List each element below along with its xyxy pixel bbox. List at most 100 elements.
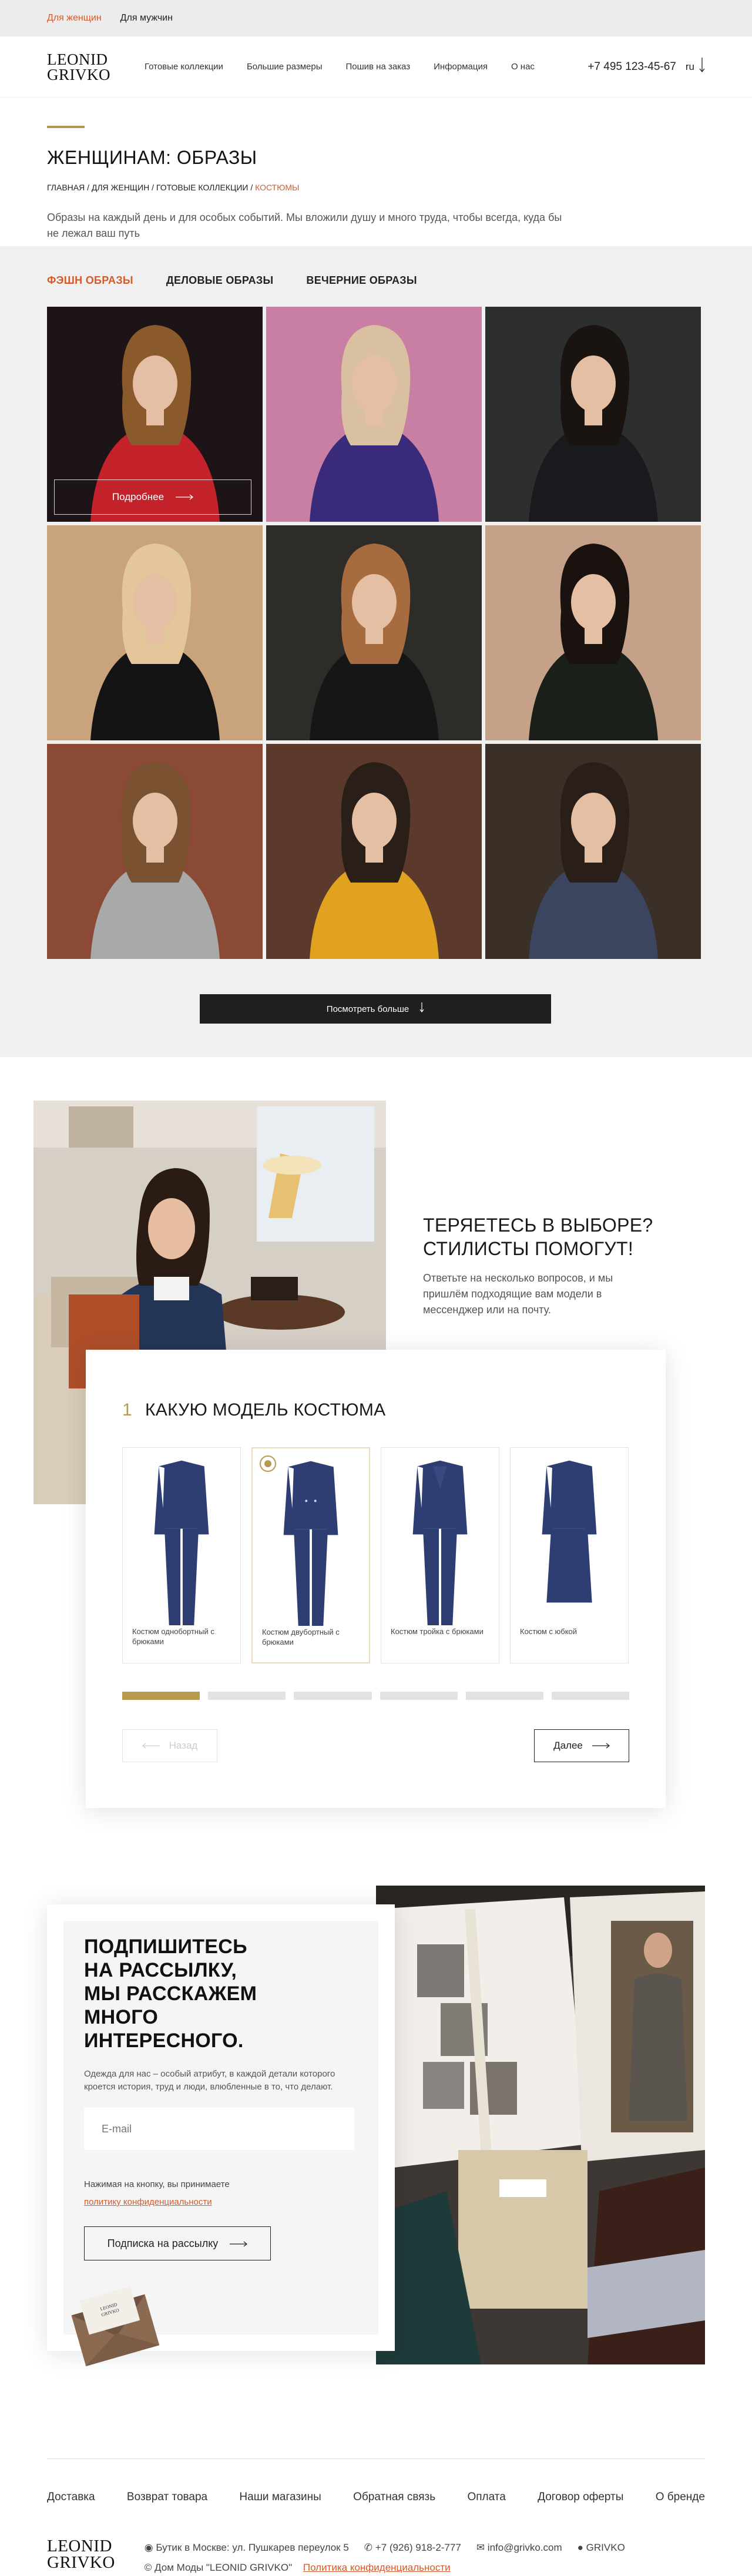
gallery-photo[interactable] (485, 744, 701, 959)
footer-copyright-row: © Дом Моды "LEONID GRIVKO" Политика конф… (145, 2558, 625, 2576)
subscribe-title-line-3: МЫ РАССКАЖЕМ МНОГО (84, 1983, 257, 2028)
progress-step (208, 1692, 286, 1700)
subscribe-button[interactable]: Подписка на рассылку (84, 2226, 271, 2260)
logo[interactable]: LEONID GRIVKO (47, 51, 110, 82)
suit-icon (412, 1460, 468, 1625)
subscribe-title-line-4: ИНТЕРЕСНОГО. (84, 2030, 244, 2052)
phone-link[interactable]: +7 495 123-45-67 (588, 61, 676, 73)
footer-logo-line-2: GRIVKO (47, 2553, 115, 2572)
footer-phone-text: +7 (926) 918-2-777 (375, 2542, 461, 2553)
footer-logo[interactable]: LEONID GRIVKO (47, 2538, 115, 2571)
gallery-photo[interactable] (266, 744, 482, 959)
language-select[interactable]: ru (686, 58, 705, 76)
subscribe-text: Одежда для нас – особый атрибут, в каждо… (84, 2069, 335, 2092)
privacy-policy-link[interactable]: политику конфиденциальности (84, 2197, 212, 2207)
question-text: КАКУЮ МОДЕЛЬ КОСТЮМА (145, 1400, 386, 1420)
answer-option[interactable]: Костюм тройка с брюками (381, 1447, 499, 1663)
subscribe-content: ПОДПИШИТЕСЬ НА РАССЫЛКУ, МЫ РАССКАЖЕМ МН… (84, 1935, 358, 2260)
footer-link-payment[interactable]: Оплата (467, 2491, 505, 2504)
mail-icon: ✉ (476, 2542, 485, 2553)
nav-tailoring[interactable]: Пошив на заказ (345, 62, 410, 72)
arrow-right-icon (230, 2238, 248, 2250)
gallery-tabs: ФЭШН ОБРАЗЫ ДЕЛОВЫЕ ОБРАЗЫ ВЕЧЕРНИЕ ОБРА… (47, 246, 705, 287)
gallery-photo[interactable] (266, 307, 482, 522)
footer-link-returns[interactable]: Возврат товара (127, 2491, 207, 2504)
quiz-headline-line-1: ТЕРЯЕТЕСЬ В ВЫБОРЕ? (423, 1215, 653, 1236)
nav-info[interactable]: Информация (434, 62, 488, 72)
breadcrumb-collections[interactable]: ГОТОВЫЕ КОЛЛЕКЦИИ (156, 183, 249, 192)
footer-phone[interactable]: ✆ +7 (926) 918-2-777 (364, 2538, 461, 2558)
see-more-label: Посмотреть больше (326, 1004, 409, 1014)
gallery-photo[interactable] (47, 525, 263, 740)
footer-social-text: GRIVKO (586, 2542, 625, 2553)
breadcrumb-women[interactable]: ДЛЯ ЖЕНЩИН (92, 183, 149, 192)
footer-contacts: ◉ Бутик в Москве: ул. Пушкарев переулок … (145, 2538, 625, 2558)
fabric-photo (376, 1886, 705, 2364)
footer-link-stores[interactable]: Наши магазины (239, 2491, 321, 2504)
gallery-photo[interactable]: Подробнее (47, 307, 263, 522)
footer-email[interactable]: ✉ info@grivko.com (476, 2538, 562, 2558)
next-label: Далее (553, 1740, 583, 1751)
breadcrumb-current: КОСТЮМЫ (255, 183, 300, 192)
title-area: ЖЕНЩИНАМ: ОБРАЗЫ ГЛАВНАЯ / ДЛЯ ЖЕНЩИН / … (0, 98, 752, 246)
footer-link-offer[interactable]: Договор оферты (538, 2491, 623, 2504)
email-input[interactable] (84, 2108, 354, 2150)
subscribe-section: ПОДПИШИТЕСЬ НА РАССЫЛКУ, МЫ РАССКАЖЕМ МН… (0, 1886, 752, 2458)
suit-icon (542, 1460, 597, 1603)
tab-business[interactable]: ДЕЛОВЫЕ ОБРАЗЫ (166, 274, 274, 287)
nav-large-sizes[interactable]: Большие размеры (247, 62, 323, 72)
answer-option[interactable]: Костюм двубортный с брюками (251, 1447, 370, 1663)
gallery-photo[interactable] (266, 525, 482, 740)
women-link[interactable]: Для женщин (47, 13, 102, 24)
nav-ready-collections[interactable]: Готовые коллекции (145, 62, 223, 72)
footer-link-brand[interactable]: О бренде (656, 2491, 705, 2504)
nav-about[interactable]: О нас (511, 62, 535, 72)
arrow-right-icon (176, 491, 194, 503)
men-link[interactable]: Для мужчин (120, 13, 173, 24)
footer-links: Доставка Возврат товара Наши магазины Об… (47, 2459, 705, 2504)
model-figure (90, 544, 220, 740)
quiz-nav: Назад Далее (122, 1729, 629, 1762)
footer-link-feedback[interactable]: Обратная связь (353, 2491, 435, 2504)
footer-privacy-link[interactable]: Политика конфиденциальности (303, 2562, 451, 2573)
model-figure (309, 325, 439, 522)
footer-copyright: © Дом Моды "LEONID GRIVKO" (144, 2562, 293, 2573)
subscribe-title-line-2: НА РАССЫЛКУ, (84, 1959, 237, 1981)
main-nav: Готовые коллекции Большие размеры Пошив … (145, 62, 535, 72)
footer-email-text: info@grivko.com (487, 2542, 562, 2553)
quiz-progress (122, 1692, 630, 1700)
header-right: +7 495 123-45-67 ru (588, 58, 705, 76)
page-title: ЖЕНЩИНАМ: ОБРАЗЫ (47, 147, 257, 168)
gallery-photo[interactable] (485, 525, 701, 740)
breadcrumb-home[interactable]: ГЛАВНАЯ (47, 183, 85, 192)
back-label: Назад (169, 1740, 198, 1751)
see-more-button[interactable]: Посмотреть больше (200, 994, 551, 1024)
arrow-down-icon (419, 1002, 424, 1015)
location-pin-icon: ◉ (144, 2542, 153, 2553)
consent-label: Нажимая на кнопку, вы принимаете (84, 2179, 230, 2189)
arrow-down-icon (699, 58, 705, 76)
answer-option[interactable]: Костюм с юбкой (510, 1447, 629, 1663)
footer-bottom: LEONID GRIVKO ◉ Бутик в Москве: ул. Пушк… (47, 2538, 705, 2576)
envelope-icon: LEONID GRIVKO (65, 2280, 164, 2377)
progress-step (122, 1692, 200, 1700)
title-accent-line (47, 126, 85, 128)
subscribe-button-label: Подписка на рассылку (107, 2237, 219, 2249)
back-button[interactable]: Назад (122, 1729, 217, 1762)
question-number: 1 (122, 1400, 132, 1420)
gallery-photo[interactable] (47, 744, 263, 959)
phone-icon: ✆ (364, 2542, 373, 2553)
question-title: 1 КАКУЮ МОДЕЛЬ КОСТЮМА (122, 1400, 629, 1420)
footer-link-delivery[interactable]: Доставка (47, 2491, 95, 2504)
gallery-photo[interactable] (485, 307, 701, 522)
answer-option-label: Костюм с юбкой (520, 1627, 578, 1636)
instagram-icon: ● (577, 2542, 583, 2553)
tab-evening[interactable]: ВЕЧЕРНИЕ ОБРАЗЫ (306, 274, 417, 287)
answer-option[interactable]: Костюм однобортный с брюками (122, 1447, 241, 1663)
footer-social[interactable]: ● GRIVKO (578, 2538, 625, 2558)
footer-address-text: Бутик в Москве: ул. Пушкарев переулок 5 (156, 2542, 349, 2553)
details-button[interactable]: Подробнее (54, 479, 251, 515)
tab-fashion[interactable]: ФЭШН ОБРАЗЫ (47, 274, 133, 287)
consent-text: Нажимая на кнопку, вы принимаете политик… (84, 2176, 358, 2211)
next-button[interactable]: Далее (534, 1729, 629, 1762)
